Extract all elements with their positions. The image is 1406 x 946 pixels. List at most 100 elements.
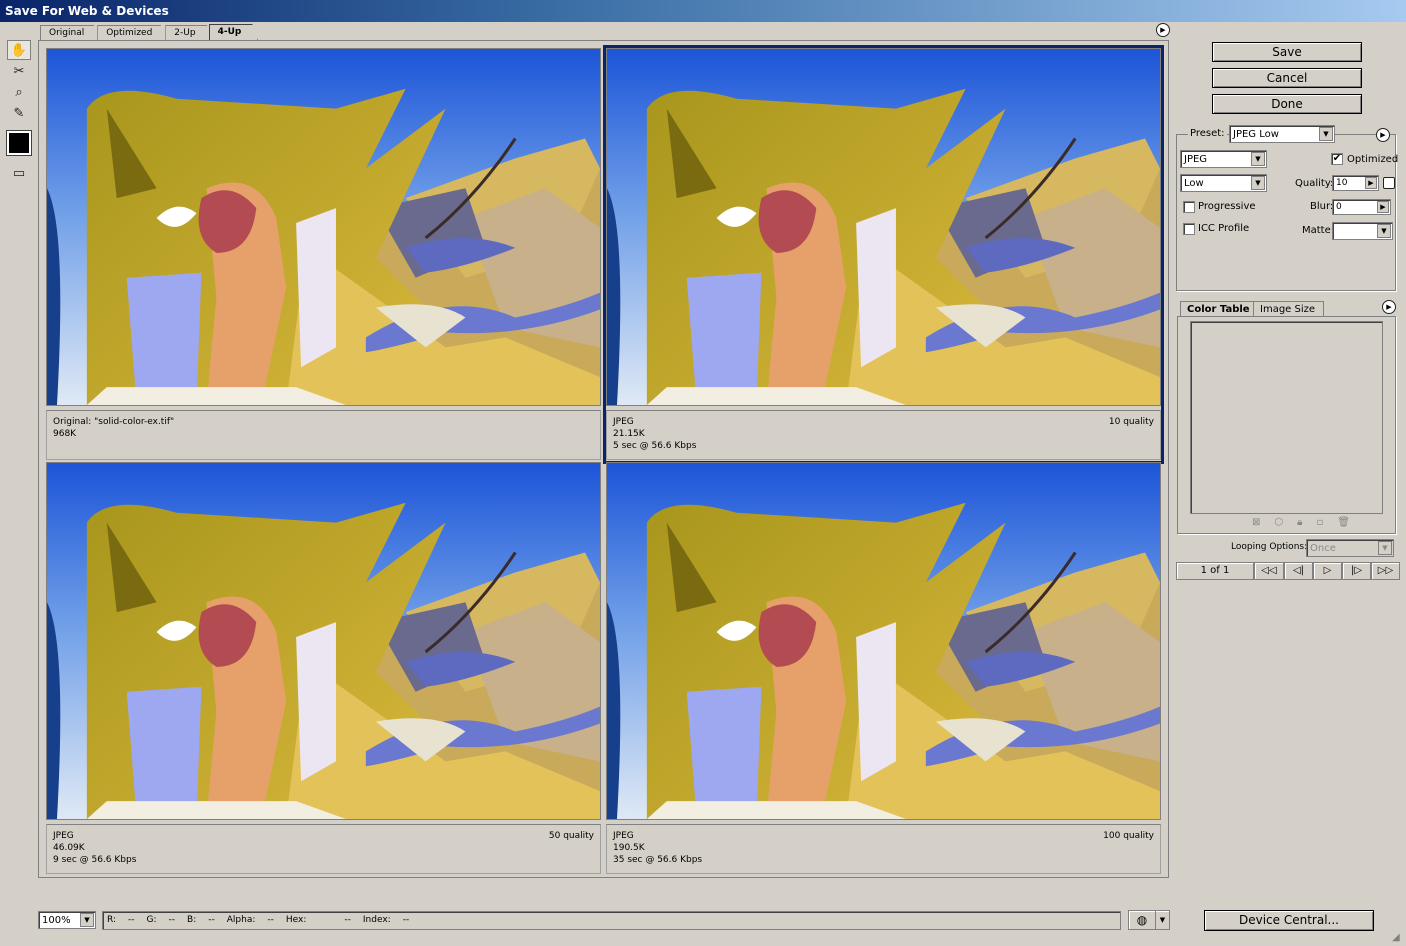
file-format-select[interactable]: JPEG ▼ — [1180, 150, 1267, 168]
alpha-label: Alpha: — [226, 915, 256, 925]
red-value: -- — [128, 915, 135, 925]
pane-format: Original: "solid-color-ex.tif" — [53, 417, 175, 427]
looping-options-label: Looping Options: — [1231, 542, 1308, 552]
blur-value: 0 — [1336, 202, 1342, 212]
progressive-checkbox[interactable] — [1183, 201, 1195, 213]
slice-select-tool-icon[interactable]: ✂ — [7, 61, 31, 81]
preview-area: Original: "solid-color-ex.tif" 968K JPEG… — [38, 40, 1169, 878]
last-frame-icon[interactable]: ▷▷ — [1371, 562, 1400, 580]
save-button[interactable]: Save — [1212, 42, 1362, 62]
pane-quality: 100 quality — [1103, 831, 1154, 841]
hand-tool-icon[interactable]: ✋ — [7, 40, 31, 60]
device-central-button[interactable]: Device Central... — [1204, 910, 1374, 931]
compression-quality-value: Low — [1184, 178, 1204, 189]
matte-select[interactable]: ▼ — [1332, 222, 1393, 240]
pane-size: 968K — [53, 429, 77, 439]
preview-pane-jpeg-50[interactable]: JPEG 46.09K 9 sec @ 56.6 Kbps 50 quality — [46, 462, 601, 875]
preset-label: Preset: — [1188, 128, 1227, 139]
tab-2-up[interactable]: 2-Up — [165, 25, 213, 41]
cancel-button[interactable]: Cancel — [1212, 68, 1362, 88]
pane-format: JPEG — [613, 831, 634, 841]
icc-profile-checkbox[interactable] — [1183, 223, 1195, 235]
pane-size: 190.5K — [613, 843, 645, 853]
map-to-transparent-icon[interactable]: ⊠ — [1252, 517, 1260, 528]
preview-pane-jpeg-100[interactable]: JPEG 190.5K 35 sec @ 56.6 Kbps 100 quali… — [606, 462, 1161, 875]
icc-profile-label: ICC Profile — [1198, 223, 1250, 234]
web-shift-icon[interactable]: ⬡ — [1274, 517, 1283, 528]
tool-palette: ✋ ✂ ⌕ ✎ ▭ — [6, 40, 34, 184]
blur-slider-arrow-icon[interactable]: ▶ — [1377, 201, 1389, 213]
color-info-bar: R: -- G: -- B: -- Alpha: -- Hex: -- Inde… — [102, 911, 1121, 930]
compression-quality-select[interactable]: Low ▼ — [1180, 174, 1267, 192]
animation-controls: 1 of 1 ◁◁ ◁| ▷ |▷ ▷▷ — [1176, 562, 1400, 580]
delete-color-icon[interactable]: 🗑︎ — [1337, 517, 1350, 528]
preset-select[interactable]: JPEG Low ▼ — [1229, 125, 1335, 143]
view-tabs: Original Optimized 2-Up 4-Up — [40, 24, 259, 42]
green-label: G: — [146, 915, 157, 925]
quality-mask-icon[interactable] — [1383, 177, 1395, 189]
quality-value: 10 — [1336, 178, 1348, 188]
preview-image[interactable] — [46, 48, 601, 406]
preview-in-browser-button[interactable]: ◍ ▼ — [1128, 910, 1170, 930]
file-format-value: JPEG — [1184, 154, 1208, 165]
preview-pane-jpeg-10[interactable]: JPEG 21.15K 5 sec @ 56.6 Kbps 10 quality — [603, 45, 1164, 464]
zoom-tool-icon[interactable]: ⌕ — [7, 82, 31, 102]
chevron-down-icon: ▼ — [1319, 127, 1333, 141]
quality-slider-arrow-icon[interactable]: ▶ — [1365, 177, 1377, 189]
index-label: Index: — [362, 915, 391, 925]
color-table-menu-icon[interactable]: ▶ — [1382, 300, 1396, 314]
window-title: Save For Web & Devices — [0, 0, 1406, 22]
pane-download-time: 9 sec @ 56.6 Kbps — [53, 855, 137, 865]
zoom-level-select[interactable]: 100% ▼ — [38, 911, 96, 929]
hex-value: -- — [344, 915, 351, 925]
chevron-down-icon: ▼ — [1251, 152, 1265, 166]
preview-image[interactable] — [606, 462, 1161, 820]
quality-label: Quality: — [1295, 178, 1334, 189]
blue-label: B: — [187, 915, 197, 925]
green-value: -- — [168, 915, 176, 925]
pane-quality: 10 quality — [1108, 417, 1154, 427]
lock-color-icon[interactable]: 🔒︎ — [1297, 517, 1302, 528]
pane-info: JPEG 46.09K 9 sec @ 56.6 Kbps 50 quality — [46, 824, 601, 874]
pane-info: Original: "solid-color-ex.tif" 968K — [46, 410, 601, 460]
play-icon[interactable]: ▷ — [1313, 562, 1342, 580]
pane-info: JPEG 190.5K 35 sec @ 56.6 Kbps 100 quali… — [606, 824, 1161, 874]
tab-original[interactable]: Original — [40, 25, 102, 41]
hex-label: Hex: — [285, 915, 307, 925]
blue-value: -- — [208, 915, 215, 925]
color-table-swatches[interactable] — [1190, 321, 1383, 514]
preview-image[interactable] — [606, 48, 1161, 406]
optimized-checkbox[interactable]: ✔ — [1331, 153, 1343, 165]
chevron-down-icon: ▼ — [1377, 224, 1391, 238]
blur-input[interactable]: 0 ▶ — [1332, 199, 1391, 215]
blur-label: Blur: — [1310, 201, 1334, 212]
optimize-menu-icon[interactable]: ▶ — [1376, 128, 1390, 142]
alpha-value: -- — [267, 915, 274, 925]
tab-optimized[interactable]: Optimized — [97, 25, 170, 41]
eyedropper-tool-icon[interactable]: ✎ — [7, 103, 31, 123]
chevron-down-icon[interactable]: ▼ — [1155, 911, 1169, 929]
preview-image[interactable] — [46, 462, 601, 820]
eyedropper-color-swatch[interactable] — [6, 130, 32, 156]
pane-size: 21.15K — [613, 429, 645, 439]
frame-counter: 1 of 1 — [1176, 562, 1254, 580]
preview-pane-original[interactable]: Original: "solid-color-ex.tif" 968K — [46, 48, 601, 461]
done-button[interactable]: Done — [1212, 94, 1362, 114]
quality-input[interactable]: 10 ▶ — [1332, 175, 1379, 191]
red-label: R: — [107, 915, 117, 925]
index-value: -- — [402, 915, 410, 925]
preview-menu-icon[interactable]: ▶ — [1156, 23, 1170, 37]
color-table-actions: ⊠ ⬡ 🔒︎ ▫ 🗑︎ — [1252, 517, 1350, 528]
chevron-down-icon: ▼ — [80, 913, 94, 927]
new-color-icon[interactable]: ▫ — [1316, 517, 1323, 528]
resize-grip-icon[interactable]: ◢ — [1392, 932, 1404, 944]
first-frame-icon[interactable]: ◁◁ — [1254, 562, 1284, 580]
pane-download-time: 5 sec @ 56.6 Kbps — [613, 441, 697, 451]
tab-image-size[interactable]: Image Size — [1253, 301, 1325, 317]
toggle-slices-icon[interactable]: ▭ — [7, 163, 31, 183]
tab-color-table[interactable]: Color Table — [1180, 301, 1259, 317]
matte-label: Matte: — [1302, 225, 1335, 236]
next-frame-icon[interactable]: |▷ — [1342, 562, 1371, 580]
pane-size: 46.09K — [53, 843, 85, 853]
previous-frame-icon[interactable]: ◁| — [1284, 562, 1313, 580]
